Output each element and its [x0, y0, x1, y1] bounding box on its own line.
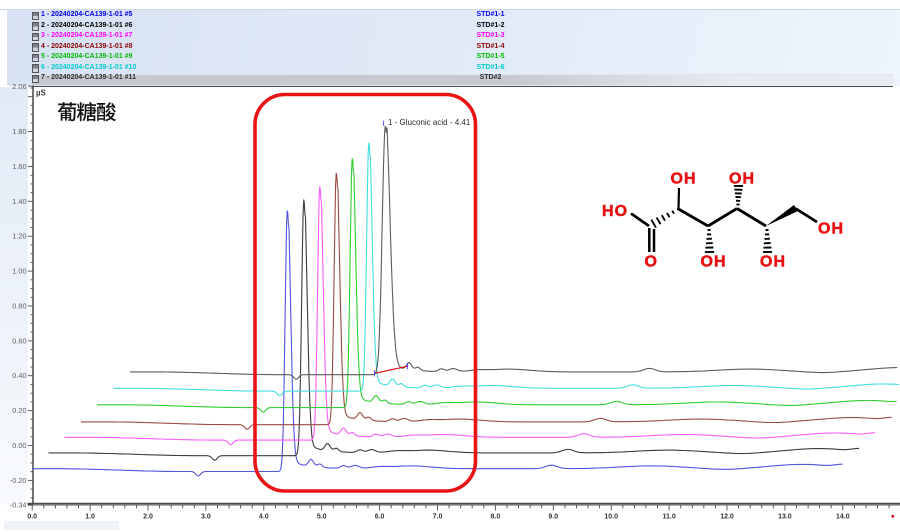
svg-text:-0.20: -0.20 [10, 476, 27, 485]
svg-text:7.0: 7.0 [433, 513, 443, 520]
svg-text:1.60: 1.60 [12, 162, 26, 171]
svg-text:9.0: 9.0 [548, 513, 558, 520]
svg-text:0.0: 0.0 [27, 513, 37, 520]
svg-text:14.0: 14.0 [836, 513, 850, 520]
svg-text:5.0: 5.0 [317, 513, 327, 520]
svg-text:1 - Gluconic acid - 4.41: 1 - Gluconic acid - 4.41 [388, 118, 471, 127]
svg-text:O: O [645, 254, 659, 271]
svg-text:0.40: 0.40 [12, 371, 26, 380]
svg-text:OH: OH [729, 171, 755, 188]
svg-text:0.20: 0.20 [12, 406, 26, 415]
svg-text:1.80: 1.80 [12, 127, 26, 136]
svg-text:13.0: 13.0 [778, 513, 792, 520]
svg-text:OH: OH [671, 171, 697, 188]
svg-text:1.00: 1.00 [12, 267, 26, 276]
svg-text:0.00: 0.00 [12, 441, 26, 450]
svg-text:OH: OH [818, 221, 844, 238]
svg-text:10.0: 10.0 [604, 513, 618, 520]
svg-text:8.0: 8.0 [491, 513, 501, 520]
svg-text:0.60: 0.60 [12, 336, 26, 345]
svg-text:OH: OH [760, 254, 786, 271]
svg-text:OH: OH [701, 254, 727, 271]
svg-text:1.40: 1.40 [12, 197, 26, 206]
svg-text:0.80: 0.80 [12, 302, 26, 311]
svg-text:2.0: 2.0 [143, 513, 153, 520]
svg-text:4.0: 4.0 [259, 513, 269, 520]
svg-text:1.0: 1.0 [85, 513, 95, 520]
svg-text:µS: µS [36, 89, 46, 98]
svg-text:2.06: 2.06 [12, 82, 26, 91]
svg-text:11.0: 11.0 [662, 513, 675, 520]
svg-text:12.0: 12.0 [720, 513, 734, 520]
svg-text:6.0: 6.0 [375, 513, 385, 520]
svg-text:-0.34: -0.34 [10, 500, 27, 509]
svg-text:1.20: 1.20 [12, 232, 26, 241]
svg-text:HO: HO [602, 203, 628, 220]
svg-text:3.0: 3.0 [201, 513, 211, 520]
